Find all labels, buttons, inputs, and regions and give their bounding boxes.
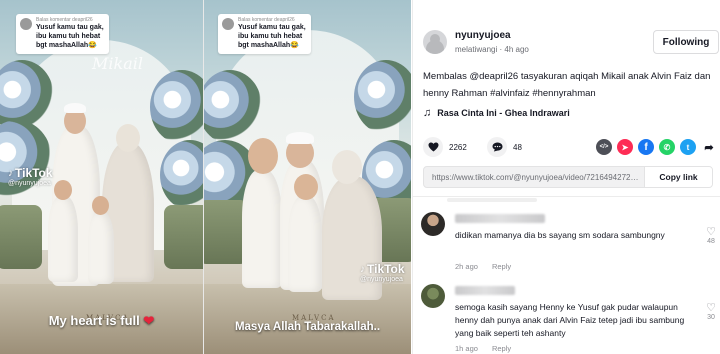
copy-link-box: https://www.tiktok.com/@nyunyujoea/video… [423,166,713,188]
child-head [54,180,72,200]
tiktok-wordmark: TikTok [15,166,53,180]
comment-action[interactable]: 48 [487,137,522,157]
reply-line: Yusuf kamu tau gak, [36,24,104,31]
reply-sticker: Balas komentar deapril26 Yusuf kamu tau … [218,14,311,54]
watermark-username: @nyunyujoea [360,276,403,283]
heart-outline-icon[interactable]: ♡ [703,226,719,238]
mother-hijab [332,150,362,184]
caption-text: My heart is full [48,313,140,328]
reply-line: bgt mashaAllah😂 [36,42,97,49]
comment-meta: 1h ago Reply [455,344,511,353]
prayer-cap [286,132,314,144]
tiktok-logo: ♪ TikTok [8,166,53,180]
sofa [164,205,203,269]
reply-sticker: Balas komentar deapril26 Yusuf kamu tau … [16,14,109,54]
facebook-icon[interactable]: f [638,139,654,155]
video-caption: My heart is full ❤ [0,313,203,329]
watermark-username: @nyunyujoea [8,180,51,187]
mother-hijab [116,124,140,152]
video-link[interactable]: https://www.tiktok.com/@nyunyujoea/video… [432,173,640,182]
reply-line: Yusuf kamu tau gak, [238,24,306,31]
music-title[interactable]: Rasa Cinta Ini - Ghea Indrawari [437,108,570,118]
tiktok-wordmark: TikTok [367,262,405,276]
comments-divider [413,196,720,197]
heart-outline-icon[interactable]: ♡ [703,302,719,314]
video-caption: Masya Allah Tabarakallah.. [204,321,411,333]
toddler-head [92,196,109,215]
tiktok-logo: ♪ TikTok [360,262,405,276]
share-icons: </> ➤ f ✆ t ➦ [596,139,717,155]
author-avatar[interactable] [423,30,447,54]
twitter-icon[interactable]: t [680,139,696,155]
like-count: 2262 [449,142,467,152]
name-decal: Mikail [92,54,143,73]
tiktok-note-icon: ♪ [360,263,365,275]
scrolled-comment-remnant [447,198,537,202]
caption-text: Masya Allah Tabarakallah.. [234,321,381,333]
like-action[interactable]: 2262 [423,137,467,157]
child-head [248,138,278,174]
screenshot-collage: Mikail MALVCA Balas komentar deapril26 Y… [0,0,720,354]
comment-meta: 2h ago Reply [455,262,511,271]
comment-bubble-icon[interactable] [487,137,507,157]
comment-like-count: 48 [707,238,715,245]
commenter-avatar[interactable] [421,212,445,236]
share-arrow-icon[interactable]: ➦ [701,139,717,155]
comment-like[interactable]: ♡ 30 [703,302,719,321]
prayer-cap [64,103,86,113]
action-bar: 2262 48 </> ➤ f ✆ t ➦ [423,137,717,159]
heart-emoji-icon: ❤ [143,313,155,328]
comment-like[interactable]: ♡ 48 [703,226,719,245]
embed-icon[interactable]: </> [596,139,612,155]
commenter-avatar [20,18,32,30]
heart-icon[interactable] [423,137,443,157]
following-button[interactable]: Following [653,30,719,54]
comment-item: semoga kasih sayang Henny ke Yusuf gak p… [421,284,719,354]
comment-text: didikan mamanya dia bs sayang sm sodara … [455,230,665,240]
reply-line: bgt mashaAllah😂 [238,42,299,49]
author-display-name: melatiwangi [455,45,498,54]
commenter-name-blurred[interactable] [455,286,515,295]
commenter-avatar [222,18,234,30]
copy-link-button[interactable]: Copy link [644,167,712,187]
video-frame-middle[interactable]: MALVCA Balas komentar deapril26 Yusuf ka… [204,0,411,354]
comment-time: 2h ago [455,262,478,271]
post-age: 4h ago [504,45,529,54]
video-details-panel: nyunyujoea melatiwangi · 4h ago Followin… [412,0,720,354]
reply-line: ibu kamu tuh hebat [36,33,101,40]
toddler-figure [88,212,114,284]
video-description: Membalas @deapril26 tasyakuran aqiqah Mi… [423,71,711,99]
whatsapp-icon[interactable]: ✆ [659,139,675,155]
flower-arrangement [354,60,411,134]
commenter-name-blurred[interactable] [455,214,545,223]
reply-link[interactable]: Reply [492,262,511,271]
sofa [0,205,42,269]
comment-item: didikan mamanya dia bs sayang sm sodara … [421,212,719,278]
tiktok-watermark: ♪ TikTok @nyunyujoea [360,262,405,283]
comment-count: 48 [513,142,522,152]
video-frame-left[interactable]: Mikail MALVCA Balas komentar deapril26 Y… [0,0,203,354]
toddler-head [294,174,318,200]
comment-like-count: 30 [707,314,715,321]
tiktok-watermark: ♪ TikTok @nyunyujoea [8,166,53,187]
music-note-icon: ♫ [423,107,432,119]
author-username[interactable]: nyunyujoea [455,30,511,41]
comment-text: semoga kasih sayang Henny ke Yusuf gak p… [455,302,685,338]
send-icon[interactable]: ➤ [617,139,633,155]
child-figure [242,170,282,288]
child-figure [48,196,78,282]
reply-link[interactable]: Reply [492,344,511,353]
tiktok-note-icon: ♪ [8,167,13,179]
commenter-avatar[interactable] [421,284,445,308]
author-subline: melatiwangi · 4h ago [455,45,529,54]
author-row: nyunyujoea melatiwangi · 4h ago Followin… [423,28,719,60]
toddler-figure [288,196,322,292]
reply-line: ibu kamu tuh hebat [238,33,303,40]
comment-time: 1h ago [455,344,478,353]
music-row[interactable]: ♫ Rasa Cinta Ini - Ghea Indrawari [423,107,570,119]
